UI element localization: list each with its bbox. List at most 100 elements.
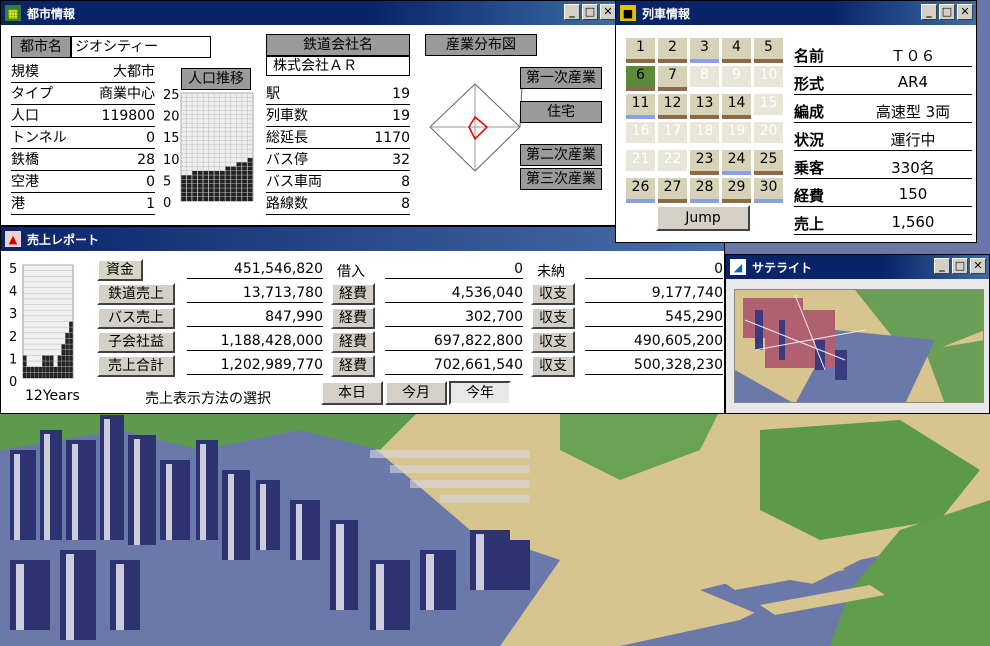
train-cell[interactable]: 19 (722, 122, 751, 143)
train-cell[interactable]: 26 (626, 178, 655, 203)
city-stat-value: 0 (146, 130, 155, 146)
borrow-label: 借入 (337, 264, 365, 280)
close-button[interactable]: ✕ (600, 4, 616, 20)
train-info-titlebar[interactable]: ■ 列車情報 _ □ ✕ (616, 1, 976, 25)
train-cell[interactable]: 13 (690, 94, 719, 119)
train-info-label: 経費 (794, 187, 825, 205)
pop-chart-tick: 0 (163, 196, 171, 209)
sales-report-title: 売上レポート (27, 232, 100, 247)
satellite-map[interactable] (734, 289, 984, 403)
jump-button[interactable]: Jump (656, 205, 750, 231)
city-name-field[interactable]: ジオシティー (71, 36, 211, 58)
train-cell[interactable]: 9 (722, 66, 751, 87)
train-cell[interactable]: 14 (722, 94, 751, 119)
train-cell-number: 5 (764, 39, 773, 55)
train-cell[interactable]: 25 (754, 150, 783, 175)
minimize-button[interactable]: _ (921, 4, 937, 20)
company-stat-value: 19 (392, 108, 410, 124)
train-cell[interactable]: 5 (754, 38, 783, 63)
sales-row-button[interactable]: 売上合計 (97, 355, 175, 377)
train-cell[interactable]: 30 (754, 178, 783, 203)
funds-label[interactable]: 資金 (97, 259, 143, 281)
city-info-titlebar[interactable]: ▦ 都市情報 _ □ ✕ (1, 1, 619, 25)
expense-value: 302,700 (385, 307, 523, 327)
expense-button[interactable]: 経費 (331, 283, 375, 305)
train-cell[interactable]: 3 (690, 38, 719, 63)
satellite-titlebar[interactable]: ◢ サテライト _ □ ✕ (726, 255, 989, 279)
sales-chart-tick: 4 (9, 285, 17, 300)
company-name-field[interactable]: 株式会社ＡＲ (266, 56, 410, 76)
train-cell[interactable]: 29 (722, 178, 751, 203)
train-info-row: 経費 150 (794, 185, 972, 207)
company-stat-row: バス停 32 (266, 151, 410, 171)
train-cell[interactable]: 17 (658, 122, 687, 143)
train-cell-number: 22 (663, 151, 682, 167)
sales-value: 1,202,989,770 (187, 355, 323, 375)
expense-button[interactable]: 経費 (331, 355, 375, 377)
train-cell[interactable]: 10 (754, 66, 783, 87)
balance-button[interactable]: 収支 (531, 283, 575, 305)
train-info-value: Ｔ０６ (890, 47, 936, 65)
city-info-window[interactable]: ▦ 都市情報 _ □ ✕ 都市名 ジオシティー 規模 大都市 タイプ 商業中心 人口 11… (0, 0, 620, 226)
balance-value: 490,605,200 (585, 331, 723, 351)
train-cell[interactable]: 16 (626, 122, 655, 143)
sales-row-button[interactable]: 子会社益 (97, 331, 175, 353)
train-cell-number: 23 (695, 151, 714, 167)
train-info-value: 150 (898, 185, 928, 203)
industry-label: 第一次産業 (520, 67, 602, 89)
train-cell[interactable]: 21 (626, 150, 655, 171)
train-info-row: 編成 高速型 3両 (794, 101, 972, 123)
sales-row-button[interactable]: バス売上 (97, 307, 175, 329)
sales-report-window[interactable]: ▲ 売上レポート 5 4 3 2 1 0 12Years 資金 借入 未納 451,546,82… (0, 226, 725, 414)
train-cell[interactable]: 22 (658, 150, 687, 171)
minimize-button[interactable]: _ (934, 258, 950, 274)
sales-mode-button[interactable]: 今月 (385, 381, 447, 405)
balance-button[interactable]: 収支 (531, 355, 575, 377)
close-button[interactable]: ✕ (957, 4, 973, 20)
train-cell[interactable]: 11 (626, 94, 655, 119)
train-cell[interactable]: 15 (754, 94, 783, 115)
train-cell[interactable]: 7 (658, 66, 687, 91)
minimize-button[interactable]: _ (564, 4, 580, 20)
city-stat-label: タイプ (11, 86, 53, 102)
train-info-label: 編成 (794, 103, 825, 121)
expense-button[interactable]: 経費 (331, 307, 375, 329)
train-cell-status-bar (722, 171, 751, 175)
balance-button[interactable]: 収支 (531, 307, 575, 329)
maximize-button[interactable]: □ (582, 4, 598, 20)
train-info-window[interactable]: ■ 列車情報 _ □ ✕ 1 2 3 4 5 6 7 8 9 10 11 12 13 14 15 16 17 18… (615, 0, 977, 243)
train-cell[interactable]: 2 (658, 38, 687, 63)
pop-chart-title: 人口推移 (181, 68, 251, 90)
maximize-button[interactable]: □ (939, 4, 955, 20)
sales-row-button[interactable]: 鉄道売上 (97, 283, 175, 305)
expense-button[interactable]: 経費 (331, 331, 375, 353)
train-cell[interactable]: 20 (754, 122, 783, 143)
company-stat-row: 路線数 8 (266, 195, 410, 215)
maximize-button[interactable]: □ (952, 258, 968, 274)
train-cell[interactable]: 28 (690, 178, 719, 203)
train-cell[interactable]: 12 (658, 94, 687, 119)
sales-chart-tick: 2 (9, 330, 17, 345)
sales-value: 847,990 (187, 307, 323, 327)
balance-button[interactable]: 収支 (531, 331, 575, 353)
train-info-value: 330名 (891, 159, 935, 177)
satellite-window[interactable]: ◢ サテライト _ □ ✕ (725, 254, 990, 414)
train-cell-status-bar (626, 199, 655, 203)
city-stat-label: 空港 (11, 174, 39, 190)
train-cell[interactable]: 4 (722, 38, 751, 63)
train-cell[interactable]: 23 (690, 150, 719, 175)
company-stat-label: 総延長 (266, 130, 308, 146)
sales-mode-button[interactable]: 本日 (321, 381, 383, 405)
train-cell[interactable]: 8 (690, 66, 719, 87)
sales-report-icon: ▲ (5, 231, 21, 247)
train-cell[interactable]: 6 (626, 66, 655, 91)
close-button[interactable]: ✕ (970, 258, 986, 274)
train-cell[interactable]: 24 (722, 150, 751, 175)
train-cell[interactable]: 27 (658, 178, 687, 203)
train-cell[interactable]: 18 (690, 122, 719, 143)
company-stat-row: バス車両 8 (266, 173, 410, 193)
company-stat-label: 駅 (266, 86, 280, 102)
sales-mode-button[interactable]: 今年 (449, 381, 511, 405)
train-info-value: 運行中 (890, 131, 936, 149)
train-cell[interactable]: 1 (626, 38, 655, 63)
